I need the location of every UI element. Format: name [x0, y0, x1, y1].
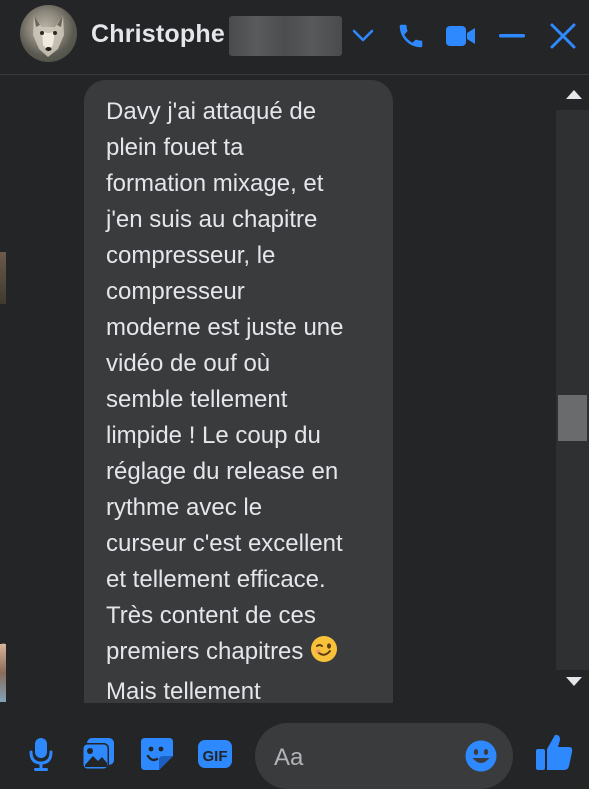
chevron-down-icon[interactable] [345, 18, 381, 54]
message-text-part: Davy j'ai attaqué de plein fouet ta form… [106, 98, 344, 665]
composer-bar: GIF [0, 704, 589, 789]
avatar[interactable] [20, 5, 77, 62]
wolf-avatar-image [33, 15, 64, 57]
message-list: Davy j'ai attaqué de plein fouet ta form… [6, 75, 556, 703]
thumbs-up-icon[interactable] [534, 732, 574, 772]
sticker-icon[interactable] [137, 734, 177, 774]
video-icon[interactable] [443, 18, 479, 54]
gif-icon[interactable]: GIF [195, 734, 235, 774]
message-input[interactable] [272, 737, 456, 779]
close-icon[interactable] [545, 18, 581, 54]
phone-icon[interactable] [393, 18, 429, 54]
gif-label: GIF [203, 748, 228, 765]
chat-window: Christophe o Davy j'ai attaqué de plein … [0, 0, 589, 789]
scroll-down-arrow-icon[interactable] [566, 677, 582, 686]
scrollbar[interactable] [556, 80, 589, 700]
scroll-track[interactable] [556, 110, 589, 670]
redacted-surname [229, 16, 342, 56]
scroll-thumb[interactable] [558, 395, 587, 441]
winking-face-emoji [310, 635, 338, 674]
contact-name[interactable]: Christophe [91, 20, 225, 49]
emoji-icon[interactable] [464, 739, 498, 773]
minimize-icon[interactable] [494, 18, 530, 54]
message-bubble[interactable]: Davy j'ai attaqué de plein fouet ta form… [84, 80, 393, 703]
chat-header: Christophe [0, 0, 589, 75]
message-input-wrapper [255, 723, 513, 789]
message-text-part: Mais tellement [106, 678, 261, 703]
microphone-icon[interactable] [21, 734, 61, 774]
photo-icon[interactable] [78, 734, 118, 774]
message-text: Davy j'ai attaqué de plein fouet ta form… [106, 94, 373, 703]
scroll-up-arrow-icon[interactable] [566, 90, 582, 99]
